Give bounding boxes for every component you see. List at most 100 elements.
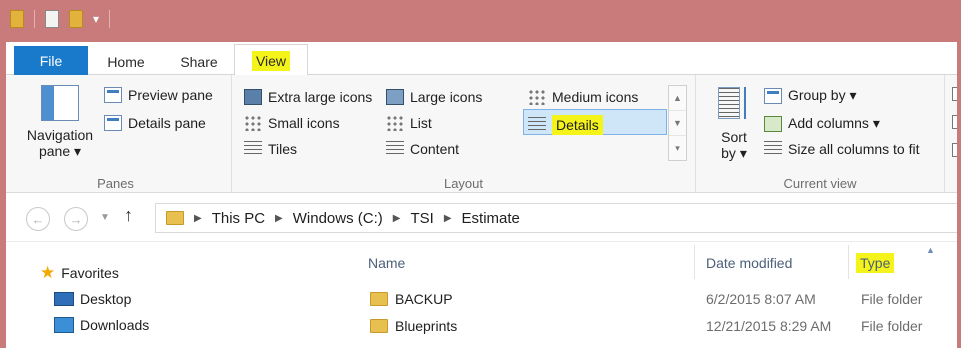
layout-small-icons[interactable]: Small icons [244,115,340,131]
column-header-date-modified[interactable]: Date modified [706,255,792,271]
column-header-type-label: Type [856,253,895,273]
file-type: File folder [861,291,923,307]
forward-button[interactable]: → [64,207,88,231]
title-bar: ▾ [0,0,961,42]
breadcrumb-item[interactable]: This PC [212,210,265,227]
properties-icon[interactable] [45,10,59,28]
layout-list[interactable]: List [386,115,432,131]
nav-favorites[interactable]: ★ Favorites [40,263,119,283]
chevron-down-icon[interactable]: ▼ [669,111,686,136]
back-button[interactable]: ← [26,207,50,231]
ribbon-tabs: File Home Share View [0,42,961,76]
size-all-columns-button[interactable]: Size all columns to fit [764,141,920,157]
layout-item-label: Content [410,141,460,157]
file-date: 6/2/2015 8:07 AM [706,291,816,307]
layout-large-icons[interactable]: Large icons [386,89,482,105]
desktop-icon [54,292,74,306]
table-row[interactable]: Blueprints 12/21/2015 8:29 AM File folde… [350,315,961,339]
size-all-columns-label: Size all columns to fit [788,141,920,157]
panes-group-label: Panes [97,176,134,191]
layout-item-label: Details [552,115,603,135]
quick-access-toolbar: ▾ [10,10,111,28]
layout-item-label: Large icons [410,89,483,105]
file-list: Name Date modified Type ▲ BACKUP 6/2/201… [350,243,961,348]
sort-label-2: by ▾ [721,145,747,161]
chevron-right-icon[interactable]: ▶ [275,213,283,224]
add-columns-icon [764,115,782,132]
details-pane-label: Details pane [128,115,206,131]
details-pane-icon [104,115,122,131]
nav-downloads[interactable]: Downloads [54,317,149,333]
nav-desktop[interactable]: Desktop [54,291,131,307]
file-name: Blueprints [395,318,458,334]
chevron-right-icon[interactable]: ▶ [393,213,401,224]
nav-favorites-label: Favorites [61,265,119,281]
column-divider[interactable] [694,245,695,279]
more-icon[interactable]: ▾ [669,136,686,161]
tab-file[interactable]: File [14,46,88,75]
tab-share[interactable]: Share [174,48,224,75]
layout-item-label: Tiles [268,141,298,157]
star-icon: ★ [40,263,56,282]
add-columns-label: Add columns ▾ [788,115,880,131]
content-icon [386,141,404,157]
chevron-right-icon[interactable]: ▶ [444,213,452,224]
sort-icon [716,85,752,121]
extra-large-icons-icon [244,89,262,105]
folder-icon [166,211,184,225]
window-border-right [957,42,961,348]
layout-content[interactable]: Content [386,141,459,157]
ribbon: Navigation pane ▾ Preview pane Details p… [0,75,961,193]
current-view-group-label: Current view [783,176,857,191]
address-bar[interactable]: ▶ This PC ▶ Windows (C:) ▶ TSI ▶ Estimat… [155,203,961,233]
nav-desktop-label: Desktop [80,291,132,307]
layout-item-label: Extra large icons [268,89,373,105]
preview-pane-button[interactable]: Preview pane [104,87,213,103]
navigation-pane-button[interactable]: Navigation pane ▾ [22,85,98,160]
address-row: ← → ▼ ↑ ▶ This PC ▶ Windows (C:) ▶ TSI ▶… [0,194,961,242]
breadcrumb-item[interactable]: Estimate [462,210,520,227]
up-button[interactable]: ↑ [124,205,133,226]
layout-item-label: List [410,115,432,131]
layout-gallery-scroller[interactable]: ▲ ▼ ▾ [668,85,687,161]
customize-toolbar-icon[interactable]: ▾ [93,12,99,26]
medium-icons-icon [528,89,546,105]
layout-details[interactable]: Details [528,115,603,135]
column-header-name[interactable]: Name [368,255,405,271]
tiles-icon [244,141,262,157]
navigation-pane-icon [41,85,79,121]
layout-extra-large-icons[interactable]: Extra large icons [244,89,372,105]
column-divider[interactable] [848,245,849,279]
folder-icon [370,319,388,333]
details-pane-button[interactable]: Details pane [104,115,206,131]
explorer-window: ▾ File Home Share View Navigation pane ▾… [0,0,961,348]
folder-app-icon [10,10,24,28]
column-header-type[interactable]: Type [856,253,895,273]
layout-item-label: Small icons [268,115,340,131]
breadcrumb-item[interactable]: TSI [410,210,433,227]
chevron-right-icon[interactable]: ▶ [194,213,202,224]
preview-pane-icon [104,87,122,103]
layout-tiles[interactable]: Tiles [244,141,297,157]
navigation-pane-label-2: pane ▾ [38,143,82,159]
group-by-button[interactable]: Group by ▾ [764,87,857,104]
chevron-up-icon[interactable]: ▲ [669,86,686,111]
sort-ascending-icon: ▲ [926,245,935,255]
add-columns-button[interactable]: Add columns ▾ [764,115,880,132]
layout-medium-icons[interactable]: Medium icons [528,89,638,105]
tab-view[interactable]: View [234,44,308,76]
nav-downloads-label: Downloads [80,317,150,333]
new-folder-icon[interactable] [69,10,83,28]
tab-home[interactable]: Home [96,48,156,75]
breadcrumb-item[interactable]: Windows (C:) [293,210,383,227]
details-icon [528,117,546,133]
toolbar-separator [34,10,35,28]
sort-by-button[interactable]: Sort by ▾ [710,85,758,162]
folder-icon [370,292,388,306]
recent-locations-button[interactable]: ▼ [100,212,110,223]
navigation-pane: ★ Favorites Desktop Downloads [0,243,350,348]
arrow-left-icon: ← [31,211,45,227]
preview-pane-label: Preview pane [128,87,213,103]
table-row[interactable]: BACKUP 6/2/2015 8:07 AM File folder [350,288,961,312]
file-type: File folder [861,318,923,334]
